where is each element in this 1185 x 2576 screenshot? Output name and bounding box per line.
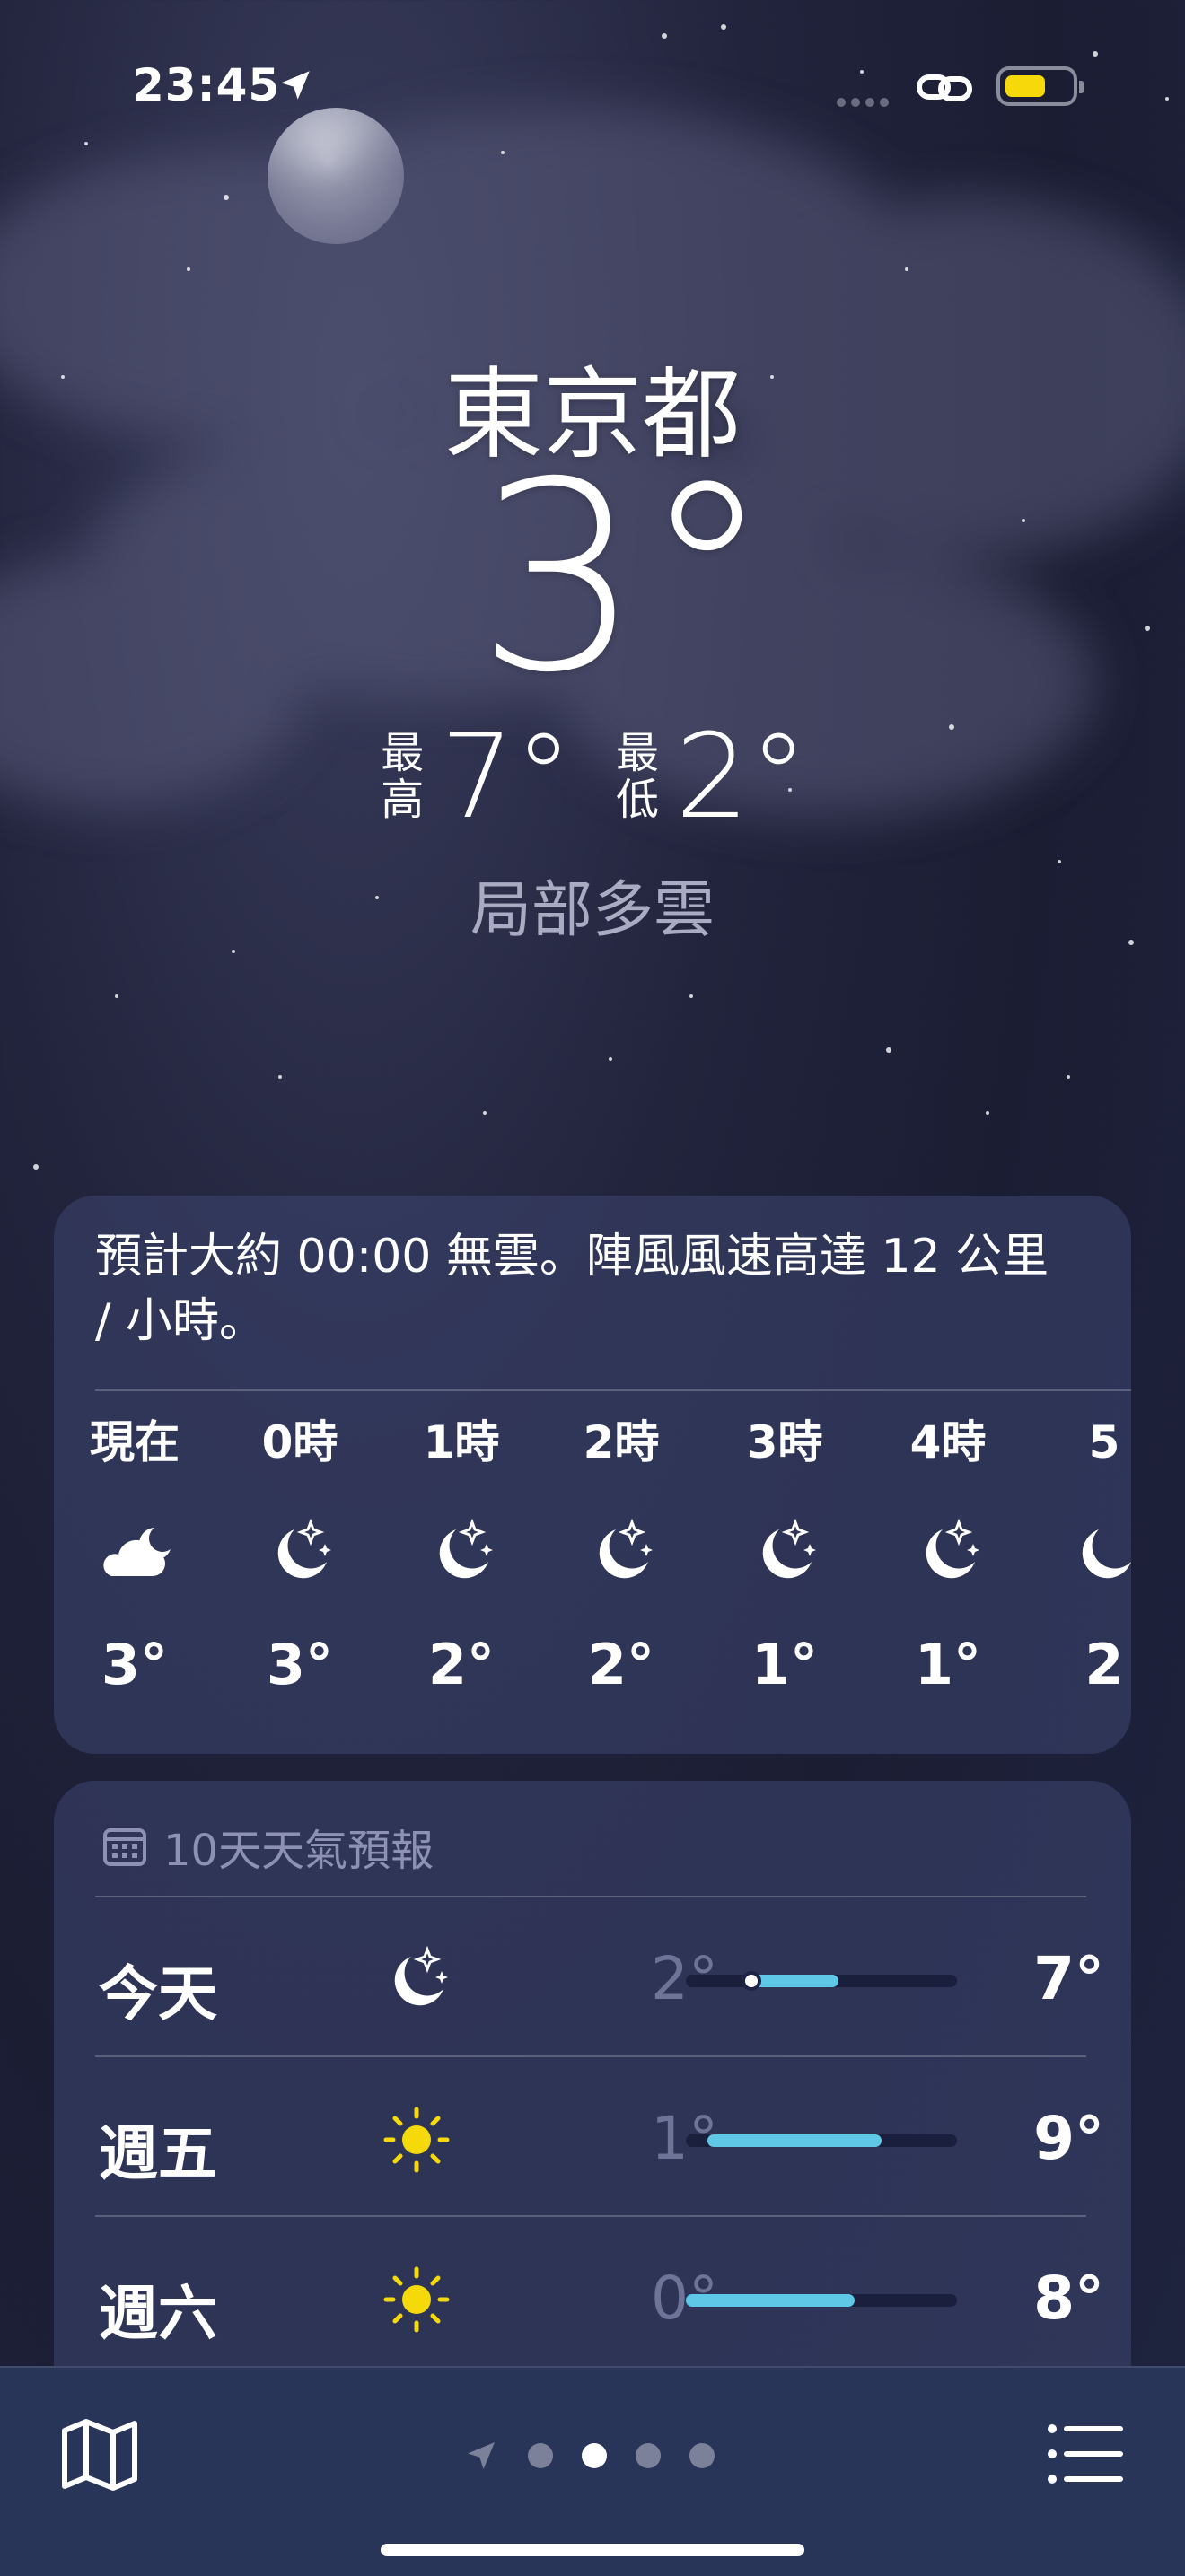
low-label: 最低 — [615, 728, 659, 825]
sun-icon — [383, 2107, 450, 2173]
range-fill — [750, 1975, 838, 1987]
forecast-row[interactable]: 週五 1° 9° — [54, 2057, 1131, 2217]
temperature-range-bar — [686, 2294, 957, 2307]
hour-item: 現在 3° — [54, 1411, 215, 1697]
location-page-icon[interactable] — [463, 2438, 499, 2474]
page-dot[interactable] — [528, 2443, 553, 2468]
hour-label: 4時 — [909, 1416, 987, 1468]
temperature-range-bar — [686, 2134, 957, 2147]
hour-temp: 3° — [266, 1632, 334, 1697]
personal-hotspot-icon — [917, 74, 972, 101]
status-bar: 23:45 — [0, 0, 1185, 180]
divider — [95, 1389, 1131, 1391]
page-dot[interactable] — [636, 2443, 661, 2468]
hour-temp: 2 — [1084, 1632, 1124, 1697]
page-dot-active[interactable] — [582, 2443, 607, 2468]
range-fill — [686, 2294, 855, 2307]
hour-temp: 3° — [101, 1632, 169, 1697]
hour-label: 2時 — [583, 1416, 660, 1468]
forecast-row[interactable]: 週六 0° 8° — [54, 2217, 1131, 2377]
hourly-list[interactable]: 現在 3° 0時 3° 1時 2° 2時 2° 3時 1° 4時 1° 5 2 — [54, 1411, 1131, 1734]
hourly-forecast-card[interactable]: 預計大約 00:00 無雲。陣風風速高達 12 公里 / 小時。 現在 3° 0… — [54, 1196, 1131, 1754]
hour-item: 1時 2° — [381, 1411, 542, 1697]
page-dot[interactable] — [689, 2443, 715, 2468]
hour-label: 1時 — [423, 1416, 500, 1468]
hour-item: 0時 3° — [219, 1411, 381, 1697]
moon-stars-icon — [926, 1518, 979, 1579]
temperature-range-bar — [686, 1971, 957, 1991]
low-temp: 2° — [675, 708, 808, 845]
hour-label: 5 — [1088, 1416, 1120, 1468]
hour-temp: 1° — [750, 1632, 819, 1697]
list-icon[interactable] — [1045, 2418, 1126, 2490]
current-temp-dot — [742, 1971, 761, 1991]
hour-item: 4時 1° — [867, 1411, 1029, 1697]
moon-stars-icon — [394, 1945, 448, 2006]
cloud-moon-icon — [103, 1528, 171, 1576]
high-temp: 7° — [440, 708, 573, 845]
current-temperature: 3° — [476, 427, 772, 730]
hour-label: 3時 — [746, 1416, 823, 1468]
no-signal-icon — [837, 93, 894, 110]
range-fill — [707, 2134, 882, 2147]
forecast-header: 10天天氣預報 — [102, 1815, 434, 1878]
home-indicator — [381, 2544, 804, 2556]
sun-icon — [383, 2266, 450, 2333]
forecast-day: 週六 — [99, 2279, 217, 2348]
ten-day-forecast-card[interactable]: 10天天氣預報 今天 2° 7° 週五 1° 9° 週六 0° 8° — [54, 1781, 1131, 2409]
hour-label: 現在 — [90, 1416, 180, 1468]
hour-temp: 2° — [427, 1632, 496, 1697]
forecast-summary: 預計大約 00:00 無雲。陣風風速高達 12 公里 / 小時。 — [95, 1230, 1049, 1348]
hour-temp: 1° — [914, 1632, 982, 1697]
status-time: 23:45 — [133, 59, 281, 111]
battery-icon — [996, 66, 1084, 106]
location-arrow-icon — [281, 71, 310, 100]
forecast-high: 8° — [1033, 2264, 1104, 2333]
moon-stars-icon — [277, 1518, 331, 1579]
moon-stars-icon — [599, 1518, 653, 1579]
weather-condition: 局部多雲 — [470, 875, 715, 946]
forecast-high: 9° — [1033, 2104, 1104, 2173]
moon-stars-icon — [1082, 1529, 1131, 1579]
moon-stars-icon — [439, 1518, 493, 1579]
forecast-high: 7° — [1033, 1944, 1104, 2013]
hour-item: 5 2 — [1023, 1411, 1131, 1697]
hour-temp: 2° — [587, 1632, 655, 1697]
moon-stars-icon — [762, 1518, 816, 1579]
bottom-toolbar — [0, 2366, 1185, 2576]
high-label: 最高 — [381, 728, 425, 825]
hour-item: 2時 2° — [540, 1411, 702, 1697]
forecast-day: 今天 — [99, 1959, 217, 2028]
hour-label: 0時 — [261, 1416, 338, 1468]
calendar-icon — [103, 1828, 146, 1866]
hour-item: 3時 1° — [704, 1411, 865, 1697]
forecast-header-label: 10天天氣預報 — [163, 1826, 434, 1876]
map-icon[interactable] — [57, 2413, 142, 2497]
forecast-day: 週五 — [99, 2119, 217, 2188]
forecast-row[interactable]: 今天 2° 7° — [54, 1897, 1131, 2057]
page-indicator[interactable] — [463, 2438, 715, 2474]
high-low: 最高 7° 最低 2° — [0, 718, 1185, 835]
